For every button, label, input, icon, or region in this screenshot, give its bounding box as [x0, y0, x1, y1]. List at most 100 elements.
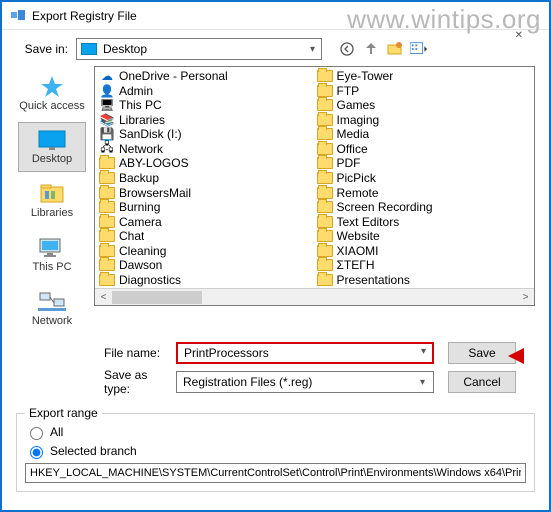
pc-icon: [37, 237, 67, 259]
list-item[interactable]: Presentations: [315, 272, 533, 287]
scrollbar-thumb[interactable]: [112, 291, 202, 304]
list-item[interactable]: FTP: [315, 84, 533, 99]
item-name: Presentations: [337, 273, 410, 287]
folder-icon: [317, 172, 333, 184]
filename-input[interactable]: [176, 342, 434, 364]
window-title: Export Registry File: [32, 9, 137, 23]
item-name: Imaging: [337, 113, 380, 127]
item-name: SanDisk (I:): [119, 127, 182, 141]
radio-selected-branch[interactable]: Selected branch: [25, 443, 526, 459]
viewmenu-icon[interactable]: [410, 42, 428, 56]
file-listing[interactable]: ☁ OneDrive - Personal 👤 Admin🖥This PC📚 Libra…: [94, 66, 535, 306]
list-item[interactable]: Cleaning: [97, 243, 315, 258]
list-item[interactable]: Media: [315, 127, 533, 142]
list-item[interactable]: Games: [315, 98, 533, 113]
item-name: OneDrive - Personal: [119, 69, 228, 83]
item-name: Camera: [119, 215, 162, 229]
list-item[interactable]: 📚 Libraries: [97, 113, 315, 128]
list-item[interactable]: BrowsersMail: [97, 185, 315, 200]
item-name: PDF: [337, 156, 361, 170]
radio-all[interactable]: All: [25, 424, 526, 440]
close-icon[interactable]: ✕: [515, 30, 523, 41]
places-bar: Quick access Desktop Libraries This PC N…: [16, 66, 88, 334]
folder-icon: [317, 274, 333, 286]
item-name: Backup: [119, 171, 159, 185]
list-item[interactable]: Eye-Tower: [315, 69, 533, 84]
radio-selected-label: Selected branch: [50, 444, 137, 458]
folder-icon: [317, 143, 333, 155]
place-quick-access[interactable]: Quick access: [18, 68, 86, 118]
list-item[interactable]: Chat: [97, 229, 315, 244]
item-name: PicPick: [337, 171, 376, 185]
folder-icon: [317, 245, 333, 257]
folder-icon: [317, 259, 333, 271]
place-desktop[interactable]: Desktop: [18, 122, 86, 172]
list-item[interactable]: Diagnostics: [97, 272, 315, 287]
list-item[interactable]: 🖥This PC: [97, 98, 315, 113]
user-icon: 👤: [99, 84, 115, 98]
list-item[interactable]: Burning: [97, 200, 315, 215]
radio-all-label: All: [50, 425, 63, 439]
folder-icon: [99, 245, 115, 257]
savein-dropdown[interactable]: Desktop: [76, 38, 322, 60]
list-item[interactable]: 👤 Admin: [97, 84, 315, 99]
list-item[interactable]: ΣΤΕΓΗ: [315, 258, 533, 273]
place-libraries[interactable]: Libraries: [18, 176, 86, 226]
savein-label: Save in:: [16, 42, 68, 56]
place-thispc[interactable]: This PC: [18, 230, 86, 280]
folder-icon: [317, 70, 333, 82]
up-icon[interactable]: [362, 41, 380, 57]
list-item[interactable]: Camera: [97, 214, 315, 229]
export-range-legend: Export range: [25, 406, 102, 420]
item-name: Media: [337, 127, 370, 141]
onedrive-icon: ☁: [99, 69, 115, 83]
list-item[interactable]: PDF: [315, 156, 533, 171]
scroll-left-icon[interactable]: <: [95, 289, 112, 306]
item-name: Admin: [119, 84, 153, 98]
pc-icon: 🖥: [99, 98, 115, 112]
list-item[interactable]: Office: [315, 142, 533, 157]
cancel-button[interactable]: Cancel: [448, 371, 516, 393]
list-item[interactable]: Website: [315, 229, 533, 244]
folder-icon: [99, 157, 115, 169]
list-item[interactable]: ☁ OneDrive - Personal: [97, 69, 315, 84]
list-item[interactable]: XIAOMI: [315, 243, 533, 258]
list-item[interactable]: ABY-LOGOS: [97, 156, 315, 171]
item-name: Libraries: [119, 113, 165, 127]
folder-icon: [99, 216, 115, 228]
list-item[interactable]: PicPick: [315, 171, 533, 186]
list-item[interactable]: 💾SanDisk (I:): [97, 127, 315, 142]
folder-icon: [317, 216, 333, 228]
list-item[interactable]: Screen Recording: [315, 200, 533, 215]
list-item[interactable]: 🖧Network: [97, 142, 315, 157]
saveas-label: Save as type:: [16, 368, 168, 396]
newfolder-icon[interactable]: [386, 42, 404, 56]
network-icon: 🖧: [99, 142, 115, 156]
save-button[interactable]: Save: [448, 342, 516, 364]
back-icon[interactable]: [338, 41, 356, 57]
place-label: Desktop: [32, 153, 72, 165]
list-item[interactable]: Remote: [315, 185, 533, 200]
place-network[interactable]: Network: [18, 284, 86, 334]
list-item[interactable]: Dawson: [97, 258, 315, 273]
callout-arrow-icon: [508, 348, 524, 364]
desktop-icon: [37, 129, 67, 151]
item-name: Website: [337, 229, 380, 243]
list-item[interactable]: Backup: [97, 171, 315, 186]
item-name: Dawson: [119, 258, 162, 272]
item-name: Cleaning: [119, 244, 166, 258]
folder-icon: [317, 114, 333, 126]
horizontal-scrollbar[interactable]: < >: [95, 288, 534, 305]
libraries-icon: 📚: [99, 113, 115, 127]
list-item[interactable]: Text Editors: [315, 214, 533, 229]
folder-icon: [317, 99, 333, 111]
saveastype-dropdown[interactable]: Registration Files (*.reg): [176, 371, 434, 393]
branch-path-input[interactable]: [25, 463, 526, 483]
item-name: BrowsersMail: [119, 186, 191, 200]
star-icon: [38, 74, 66, 98]
scroll-right-icon[interactable]: >: [517, 289, 534, 306]
folder-icon: [317, 85, 333, 97]
item-name: Remote: [337, 186, 379, 200]
list-item[interactable]: Imaging: [315, 113, 533, 128]
item-name: FTP: [337, 84, 360, 98]
